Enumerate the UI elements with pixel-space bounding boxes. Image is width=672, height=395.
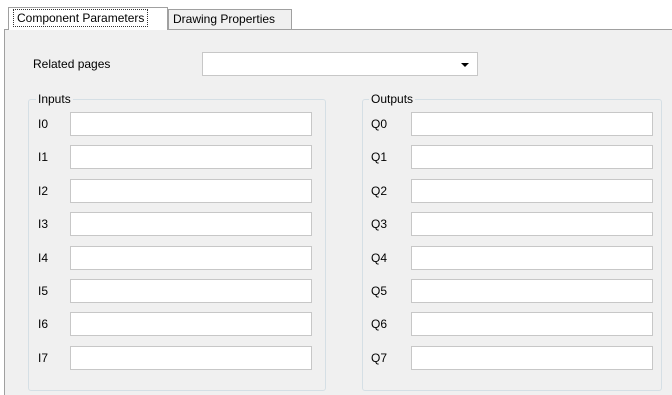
output-label-5: Q5 — [371, 284, 388, 298]
output-field-2[interactable] — [411, 179, 653, 203]
input-label-2: I2 — [38, 183, 49, 198]
input-label-0: I0 — [38, 117, 49, 131]
output-field-0[interactable] — [411, 112, 653, 136]
tab-drawing-properties-label: Drawing Properties — [173, 12, 276, 26]
input-field-3[interactable] — [70, 212, 312, 236]
input-field-0[interactable] — [70, 112, 312, 136]
output-field-3[interactable] — [411, 212, 653, 236]
output-field-4[interactable] — [411, 246, 653, 270]
input-field-6[interactable] — [70, 312, 312, 336]
inputs-group-title: Inputs — [36, 92, 73, 106]
input-field-1[interactable] — [70, 145, 312, 169]
input-field-5[interactable] — [70, 279, 312, 303]
output-field-7[interactable] — [411, 346, 653, 370]
related-pages-label: Related pages — [33, 57, 111, 71]
related-pages-dropdown[interactable] — [202, 52, 478, 76]
output-label-7: Q7 — [371, 350, 388, 365]
output-label-4: Q4 — [371, 250, 388, 265]
output-field-1[interactable] — [411, 145, 653, 169]
tab-drawing-properties[interactable]: Drawing Properties — [168, 9, 292, 29]
input-label-6: I6 — [38, 317, 49, 332]
output-label-3: Q3 — [371, 217, 388, 232]
chevron-down-icon[interactable] — [461, 63, 469, 67]
output-field-5[interactable] — [411, 279, 653, 303]
outputs-group-title: Outputs — [369, 92, 416, 106]
input-label-7: I7 — [38, 350, 49, 365]
tab-component-parameters[interactable]: Component Parameters — [8, 7, 168, 30]
output-label-2: Q2 — [371, 183, 388, 198]
tab-component-parameters-label: Component Parameters — [13, 9, 149, 27]
output-label-1: Q1 — [371, 150, 388, 165]
output-label-0: Q0 — [371, 117, 388, 131]
output-label-6: Q6 — [371, 317, 388, 332]
output-field-6[interactable] — [411, 312, 653, 336]
input-field-2[interactable] — [70, 179, 312, 203]
input-label-1: I1 — [38, 150, 49, 165]
input-field-7[interactable] — [70, 346, 312, 370]
input-label-4: I4 — [38, 250, 49, 265]
input-label-5: I5 — [38, 284, 49, 298]
input-label-3: I3 — [38, 217, 49, 232]
input-field-4[interactable] — [70, 246, 312, 270]
tab-strip: Component Parameters Drawing Properties — [0, 0, 672, 30]
